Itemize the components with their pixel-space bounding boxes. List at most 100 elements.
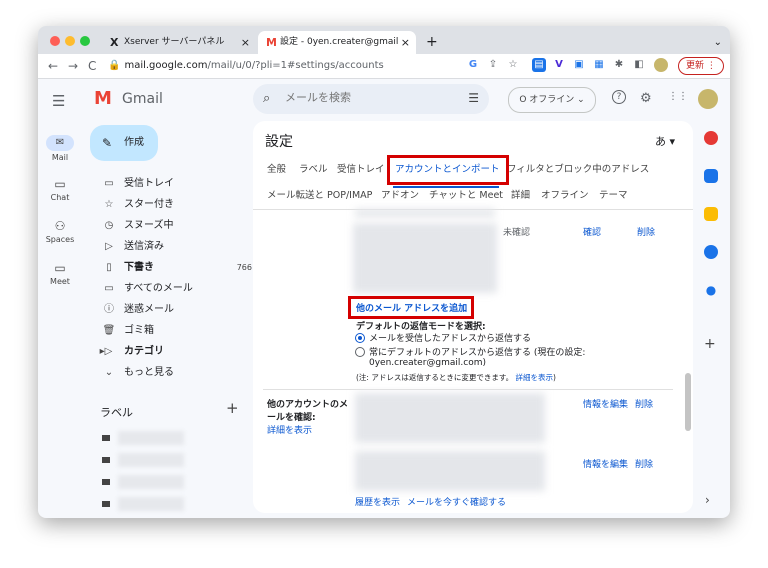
add-address-link[interactable]: 他のメール アドレスを追加 (356, 301, 467, 314)
forward-button[interactable]: → (68, 54, 78, 78)
minimize-window-button[interactable] (65, 36, 75, 46)
gmail-icon: M (266, 36, 277, 49)
tab-filters[interactable]: フィルタとブロック中のアドレス (507, 161, 649, 179)
extension-icon[interactable]: ▤ (532, 58, 546, 72)
browser-toolbar: ← → C 🔒 mail.google.com/mail/u/0/?pli=1#s… (38, 54, 730, 79)
contacts-icon[interactable]: ● (704, 283, 718, 297)
rail-chat[interactable]: ▭ Chat (38, 177, 82, 202)
tasks-icon[interactable] (704, 245, 718, 259)
search-icon[interactable]: ⌕ (263, 91, 270, 106)
rail-label: Mail (51, 153, 69, 162)
apps-icon[interactable]: ⋮⋮ (668, 91, 688, 102)
scrollbar[interactable] (685, 373, 691, 431)
nav-spam[interactable]: ⓘ 迷惑メール (82, 299, 252, 320)
reply-option-received-radio[interactable] (355, 333, 365, 343)
tab-search-button[interactable]: ⌄ (714, 31, 722, 54)
unconfirmed-status: 未確認 (503, 228, 531, 238)
google-icon[interactable]: G (466, 58, 480, 72)
tab-labels[interactable]: ラベル (299, 161, 328, 179)
help-icon[interactable]: ? (612, 90, 626, 104)
tab-addons[interactable]: アドオン (381, 187, 419, 205)
extension-icon[interactable]: ▦ (592, 58, 606, 72)
input-tools-button[interactable]: あ ▾ (655, 133, 675, 149)
tab-chat-meet[interactable]: チャットと Meet (429, 187, 503, 205)
label-item[interactable] (102, 453, 252, 469)
delete-link[interactable]: 削除 (637, 225, 655, 238)
nav-label: スヌーズ中 (124, 220, 174, 231)
tab-inbox[interactable]: 受信トレイ (337, 161, 385, 179)
nav-drafts[interactable]: ▯ 下書き 766 (82, 257, 252, 278)
address-bar[interactable]: 🔒 mail.google.com/mail/u/0/?pli=1#setting… (108, 57, 488, 75)
tab-xserver[interactable]: X Xserver サーバーパネル × (102, 31, 256, 54)
nav-more[interactable]: ⌄ もっと見る (82, 362, 252, 383)
chevron-right-icon[interactable]: › (705, 493, 710, 507)
share-icon[interactable]: ⇪ (486, 58, 500, 72)
delete-link[interactable]: 削除 (635, 397, 653, 410)
note-end: ) (552, 373, 556, 382)
new-tab-button[interactable]: + (426, 31, 438, 54)
reply-option-default-radio[interactable] (355, 347, 365, 357)
account-avatar[interactable] (698, 89, 718, 109)
calendar-addon-icon[interactable] (704, 131, 718, 145)
zoom-window-button[interactable] (80, 36, 90, 46)
delete-link[interactable]: 削除 (635, 457, 653, 470)
gmail-logo-icon: M (94, 88, 112, 109)
note-details-link[interactable]: 詳細を表示 (515, 373, 553, 382)
edit-info-link[interactable]: 情報を編集 (583, 397, 628, 410)
nav-all-mail[interactable]: ▭ すべてのメール (82, 278, 252, 299)
tab-general[interactable]: 全般 (267, 161, 286, 179)
filter-options-icon[interactable]: ☰ (468, 91, 479, 105)
extension-v-icon[interactable]: V (552, 58, 566, 72)
tab-themes[interactable]: テーマ (599, 187, 628, 205)
edit-info-link[interactable]: 情報を編集 (583, 457, 628, 470)
nav-starred[interactable]: ☆ スター付き (82, 194, 252, 215)
close-icon[interactable]: × (241, 31, 250, 54)
close-icon[interactable]: × (401, 31, 410, 54)
bookmark-star-icon[interactable]: ☆ (506, 58, 520, 72)
tab-advanced[interactable]: 詳細 (511, 187, 530, 205)
back-button[interactable]: ← (48, 54, 58, 78)
tab-gmail-settings[interactable]: M 設定 - 0yen.creater@gmail.com × (258, 31, 416, 54)
side-panel-icon[interactable]: ◧ (632, 58, 646, 72)
check-mail-details-link[interactable]: 詳細を表示 (267, 423, 312, 436)
puzzle-icon[interactable]: ✱ (612, 58, 626, 72)
rail-meet[interactable]: ▭ Meet (38, 261, 82, 286)
close-window-button[interactable] (50, 36, 60, 46)
redacted-text (355, 209, 495, 217)
calendar-icon[interactable] (704, 169, 718, 183)
check-now-link[interactable]: メールを今すぐ確認する (407, 495, 506, 508)
nav-trash[interactable]: 🗑 ゴミ箱 (82, 320, 252, 341)
search-input[interactable] (283, 90, 447, 105)
label-icon (102, 501, 110, 507)
confirm-link[interactable]: 確認 (583, 225, 601, 238)
add-label-button[interactable]: + (226, 399, 239, 417)
nav-label: 迷惑メール (124, 304, 174, 315)
nav-inbox[interactable]: ▭ 受信トレイ (82, 173, 252, 194)
menu-icon[interactable]: ☰ (52, 92, 65, 110)
nav-snoozed[interactable]: ◷ スヌーズ中 (82, 215, 252, 236)
label-item[interactable] (102, 475, 252, 491)
settings-icon[interactable]: ⚙ (640, 91, 652, 106)
add-addon-icon[interactable]: + (704, 336, 716, 352)
nav-sent[interactable]: ▷ 送信済み (82, 236, 252, 257)
pencil-icon: ✎ (102, 136, 113, 150)
compose-button[interactable]: ✎ 作成 (90, 125, 158, 161)
label-item[interactable] (102, 497, 252, 513)
tab-offline[interactable]: オフライン (541, 187, 589, 205)
tab-forwarding[interactable]: メール転送と POP/IMAP (267, 187, 372, 205)
extension-icon[interactable]: ▣ (572, 58, 586, 72)
nav-categories[interactable]: ▸▷ カテゴリ (82, 341, 252, 362)
label-item[interactable] (102, 431, 252, 447)
profile-avatar[interactable] (654, 58, 668, 72)
keep-icon[interactable] (704, 207, 718, 221)
reload-button[interactable]: C (88, 54, 96, 78)
view-history-link[interactable]: 履歴を表示 (355, 495, 400, 508)
status-dropdown[interactable]: O オフライン ⌄ (508, 87, 596, 113)
update-button[interactable]: 更新 ⋮ (678, 57, 724, 75)
rail-mail[interactable]: ✉ Mail (38, 135, 82, 162)
draft-count: 766 (236, 263, 252, 272)
search-bar[interactable]: ⌕ ☰ (253, 84, 489, 114)
page-title: 設定 (265, 134, 293, 150)
chevron-down-icon: ⌄ (104, 367, 114, 378)
rail-spaces[interactable]: ⚇ Spaces (38, 219, 82, 244)
